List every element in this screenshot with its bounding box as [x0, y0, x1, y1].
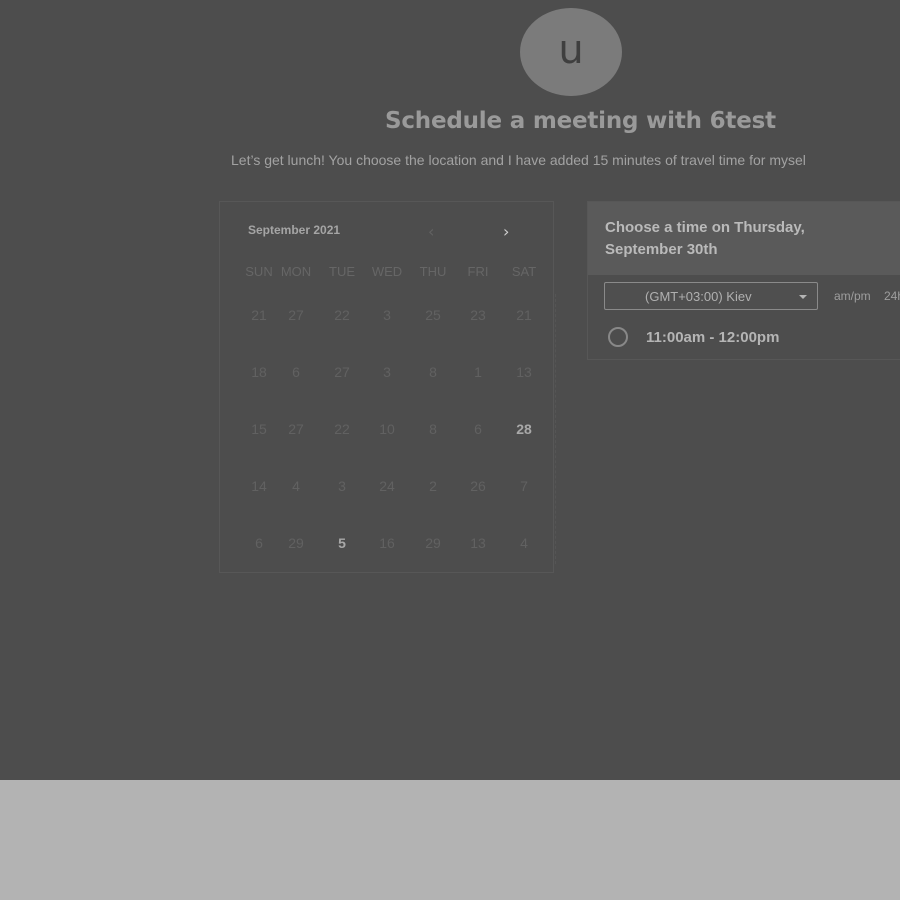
weekday-label: TUE — [329, 264, 355, 279]
calendar-day: 7 — [520, 478, 528, 494]
meeting-description: Let’s get lunch! You choose the location… — [231, 152, 806, 168]
modal-overlay: u Schedule a meeting with 6test Let’s ge… — [0, 0, 900, 780]
calendar-day: 6 — [292, 364, 300, 380]
calendar-day: 22 — [334, 307, 350, 323]
calendar-day: 22 — [334, 421, 350, 437]
calendar-day: 4 — [292, 478, 300, 494]
timezone-select[interactable]: (GMT+03:00) Kiev — [604, 282, 818, 310]
calendar-day: 24 — [379, 478, 395, 494]
calendar-day: 3 — [338, 478, 346, 494]
calendar-divider — [555, 294, 557, 564]
calendar-day: 13 — [470, 535, 486, 551]
calendar-day: 6 — [474, 421, 482, 437]
chevron-right-icon[interactable]: › — [503, 222, 509, 241]
page-title: Schedule a meeting with 6test — [385, 108, 776, 134]
time-panel-header: Choose a time on Thursday, September 30t… — [588, 202, 900, 275]
time-panel-heading: Choose a time on Thursday, September 30t… — [605, 219, 805, 258]
calendar-day: 14 — [251, 478, 267, 494]
time-slot-label: 11:00am - 12:00pm — [646, 329, 780, 346]
calendar-day: 27 — [288, 421, 304, 437]
format-24h-toggle[interactable]: 24h — [884, 289, 900, 303]
calendar-day: 15 — [251, 421, 267, 437]
calendar-day: 3 — [383, 364, 391, 380]
calendar-day: 3 — [383, 307, 391, 323]
calendar: September 2021 ‹ › SUN MON TUE WED THU FRI SAT… — [219, 201, 557, 573]
calendar-day: 18 — [251, 364, 267, 380]
time-slot-panel: Choose a time on Thursday, September 30t… — [587, 201, 900, 360]
calendar-day: 23 — [470, 307, 486, 323]
radio-circle-icon[interactable] — [608, 327, 628, 347]
caret-down-icon — [799, 295, 807, 299]
weekday-label: MON — [280, 264, 312, 279]
calendar-day: 8 — [429, 364, 437, 380]
calendar-day: 27 — [334, 364, 350, 380]
calendar-month-label: September 2021 — [248, 223, 341, 237]
calendar-day: 8 — [429, 421, 437, 437]
calendar-day: 16 — [379, 535, 395, 551]
calendar-day: 13 — [516, 364, 532, 380]
time-slot-option[interactable]: 11:00am - 12:00pm — [608, 326, 900, 352]
chevron-left-icon[interactable]: ‹ — [428, 222, 434, 241]
weekday-label: THU — [419, 264, 447, 279]
calendar-day: 26 — [470, 478, 486, 494]
calendar-day: 21 — [251, 307, 267, 323]
calendar-day: 1 — [474, 364, 482, 380]
calendar-day-available[interactable]: 5 — [322, 535, 362, 551]
weekday-label: SAT — [511, 264, 537, 279]
calendar-day: 29 — [425, 535, 441, 551]
calendar-day: 6 — [255, 535, 263, 551]
format-ampm-toggle[interactable]: am/pm — [834, 289, 871, 303]
host-avatar: u — [520, 8, 622, 96]
calendar-day: 21 — [516, 307, 532, 323]
weekday-label: WED — [371, 264, 403, 279]
calendar-day: 25 — [425, 307, 441, 323]
calendar-day: 2 — [429, 478, 437, 494]
weekday-label: FRI — [467, 264, 489, 279]
calendar-day-available[interactable]: 28 — [504, 421, 544, 437]
timezone-value: (GMT+03:00) Kiev — [645, 289, 752, 304]
calendar-day: 27 — [288, 307, 304, 323]
calendar-day: 4 — [520, 535, 528, 551]
calendar-day: 10 — [379, 421, 395, 437]
calendar-day: 29 — [288, 535, 304, 551]
